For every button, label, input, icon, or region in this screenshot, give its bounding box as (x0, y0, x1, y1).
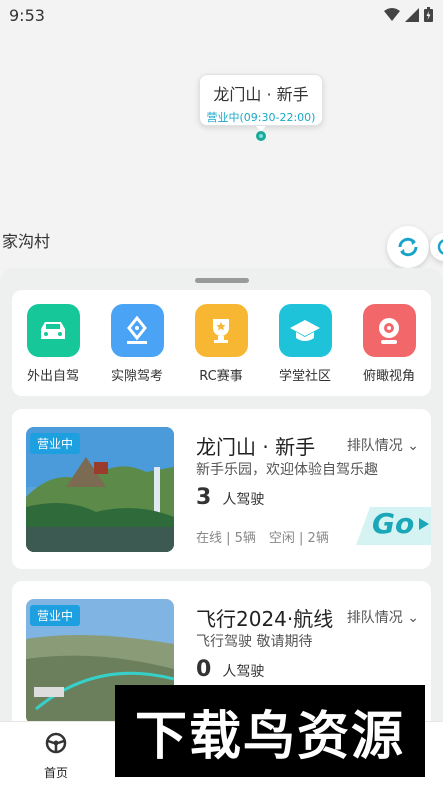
status-badge: 营业中 (30, 605, 81, 626)
driver-count: 3 人驾驶 (196, 485, 264, 510)
route-image: 营业中 (26, 427, 174, 552)
watermark-overlay: 下载鸟资源 (115, 685, 425, 777)
queue-status-link[interactable]: 排队情况 ⌄ (347, 607, 419, 627)
marker-title: 龙门山 · 新手 (213, 85, 309, 104)
refresh-button[interactable] (387, 226, 429, 268)
map-place-label: 家沟村 (2, 232, 51, 251)
quick-action-label: 俯瞰视角 (362, 369, 415, 384)
steering-wheel-icon (45, 732, 67, 754)
quick-action-driving-test[interactable]: 实隙驾考 (102, 304, 172, 384)
wifi-icon (384, 7, 400, 21)
sheet-drag-handle[interactable] (195, 278, 249, 283)
car-icon (26, 304, 80, 357)
driver-count: 0 人驾驶 (196, 657, 264, 682)
queue-label: 排队情况 (346, 438, 403, 454)
route-description: 飞行驾驶 敬请期待 (196, 634, 313, 650)
signal-icon (405, 7, 419, 22)
play-arrow-icon (419, 518, 429, 530)
go-button[interactable]: Go (356, 501, 431, 545)
status-icons (384, 7, 433, 22)
quick-action-label: RC赛事 (199, 369, 243, 384)
driver-count-unit: 人驾驶 (222, 492, 265, 508)
nav-home-label: 首页 (43, 766, 68, 780)
queue-label: 排队情况 (346, 610, 403, 626)
camera-button[interactable] (430, 233, 443, 261)
watermark-text: 下载鸟资源 (134, 706, 405, 767)
vehicle-stats: 在线 | 5辆 空闲 | 2辆 (196, 531, 329, 546)
status-bar: 9:53 (0, 0, 443, 30)
chevron-down-icon: ⌄ (407, 610, 419, 626)
driver-count-unit: 人驾驶 (222, 664, 265, 680)
map-view[interactable]: 9:53 龙门山 · 新手 营业中(09:30-22:00) 家沟村 (0, 0, 443, 300)
quick-action-self-drive[interactable]: 外出自驾 (18, 304, 88, 384)
quick-action-label: 学堂社区 (278, 369, 331, 384)
driver-count-number: 3 (196, 485, 212, 510)
quick-action-label: 外出自驾 (26, 369, 79, 384)
route-title: 龙门山 · 新手 (196, 435, 316, 459)
quick-action-label: 实隙驾考 (110, 369, 163, 384)
webcam-icon (362, 304, 416, 357)
pen-badge-icon (110, 304, 164, 357)
quick-actions-card: 外出自驾 实隙驾考 RC赛事 学堂社区 俯瞰视角 (12, 290, 431, 396)
trophy-icon (194, 304, 248, 357)
refresh-icon (398, 237, 418, 257)
status-badge: 营业中 (30, 433, 81, 454)
queue-status-link[interactable]: 排队情况 ⌄ (347, 435, 419, 455)
quick-action-aerial-view[interactable]: 俯瞰视角 (354, 304, 424, 384)
camera-icon (437, 239, 443, 255)
route-card[interactable]: 营业中 龙门山 · 新手 排队情况 ⌄ 新手乐园，欢迎体验自驾乐趣 3 人驾驶 … (12, 409, 431, 569)
quick-action-school[interactable]: 学堂社区 (270, 304, 340, 384)
chevron-down-icon: ⌄ (407, 438, 419, 454)
map-marker-popup[interactable]: 龙门山 · 新手 营业中(09:30-22:00) (199, 74, 323, 126)
quick-action-rc-race[interactable]: RC赛事 (186, 304, 256, 384)
status-time: 9:53 (9, 6, 45, 25)
marker-hours: 营业中(09:30-22:00) (206, 111, 316, 124)
driver-count-number: 0 (196, 657, 212, 682)
graduation-cap-icon (278, 304, 332, 357)
go-label: Go (372, 507, 415, 540)
route-title: 飞行2024·航线 (196, 607, 334, 631)
map-pin-icon[interactable] (255, 126, 267, 142)
route-description: 新手乐园，欢迎体验自驾乐趣 (196, 462, 378, 478)
battery-icon (424, 7, 433, 22)
nav-home[interactable]: 首页 (40, 732, 72, 781)
